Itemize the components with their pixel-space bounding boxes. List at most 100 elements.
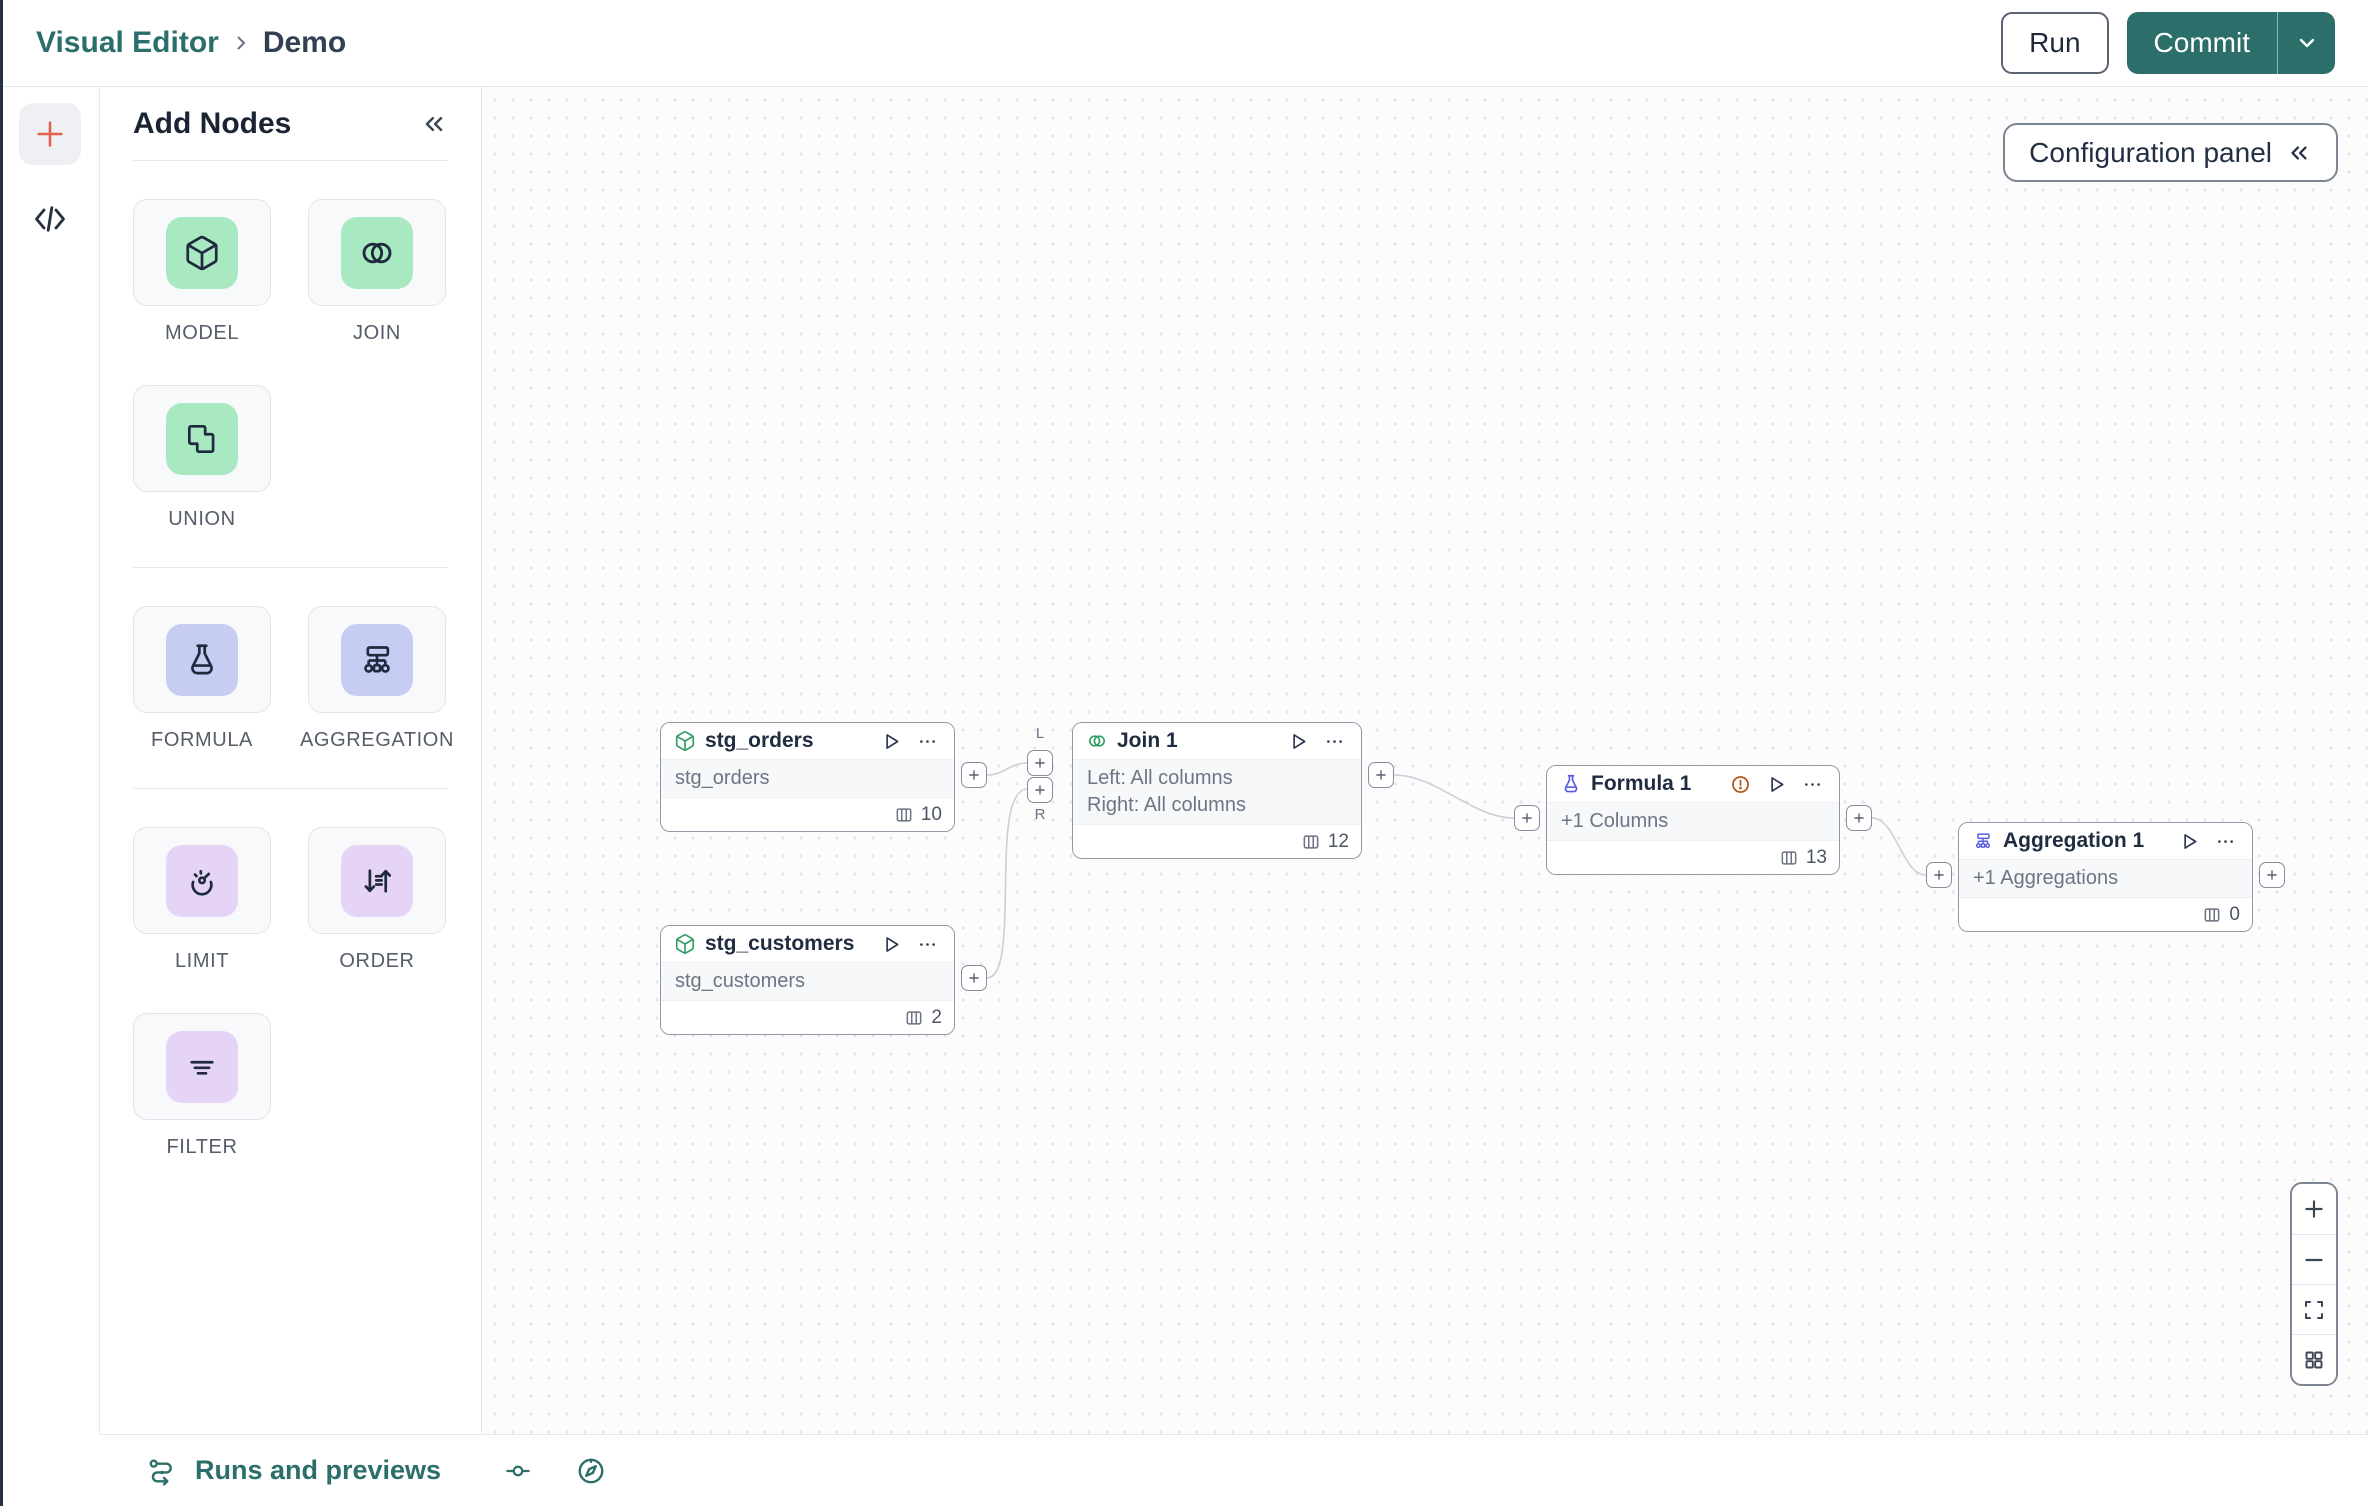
input-port-aggregation-1[interactable] — [1926, 862, 1952, 888]
git-commit-icon — [503, 1456, 533, 1486]
commit-node-button[interactable] — [503, 1456, 533, 1486]
plus-icon — [2301, 1196, 2327, 1222]
node-menu-icon[interactable] — [914, 934, 941, 955]
node-stg-customers[interactable]: stg_customers stg_customers 2 — [660, 925, 955, 1035]
node-join-1[interactable]: Join 1 Left: All columns Right: All colu… — [1072, 722, 1362, 859]
code-view-button[interactable] — [32, 201, 68, 237]
add-node-rail-button[interactable] — [18, 103, 81, 165]
node-menu-icon[interactable] — [914, 731, 941, 752]
play-node-icon[interactable] — [1763, 774, 1790, 795]
breadcrumb-visual-editor[interactable]: Visual Editor — [36, 26, 219, 60]
gauge-icon — [166, 844, 238, 917]
panel-divider — [133, 160, 448, 161]
aggregation-tile[interactable] — [308, 606, 446, 713]
node-subtitle: stg_customers — [675, 970, 806, 992]
column-count: 2 — [931, 1006, 942, 1028]
palette-group-divider — [133, 788, 448, 789]
union-tile[interactable] — [133, 385, 271, 492]
node-aggregation-1[interactable]: Aggregation 1 +1 Aggregations 0 — [1958, 822, 2253, 932]
node-menu-icon[interactable] — [1321, 731, 1348, 752]
tile-label: MODEL — [164, 322, 240, 344]
chevron-down-icon — [2295, 31, 2319, 55]
play-node-icon[interactable] — [878, 934, 905, 955]
fullscreen-icon — [2302, 1298, 2326, 1322]
runs-and-previews-bar[interactable]: Runs and previews — [100, 1434, 2368, 1506]
palette-item-join: JOIN — [308, 199, 446, 345]
aggregation-tree-icon — [1972, 830, 1994, 852]
node-title: stg_orders — [705, 729, 814, 752]
tile-label: AGGREGATION — [299, 729, 455, 751]
limit-tile[interactable] — [133, 827, 271, 934]
palette-item-union: UNION — [133, 385, 271, 531]
output-port-stg-customers[interactable] — [961, 965, 987, 991]
node-stg-orders[interactable]: stg_orders stg_orders 10 — [660, 722, 955, 832]
play-node-icon[interactable] — [878, 731, 905, 752]
join-left-input-label: L — [1035, 725, 1045, 742]
tile-label: FILTER — [166, 1136, 238, 1158]
join-circles-icon — [341, 216, 413, 289]
grid-icon — [2302, 1348, 2326, 1372]
flask-icon — [1560, 773, 1582, 795]
run-button[interactable]: Run — [2001, 12, 2109, 74]
union-shapes-icon — [166, 402, 238, 475]
node-formula-1[interactable]: Formula 1 +1 Columns 13 — [1546, 765, 1840, 875]
columns-icon — [904, 1008, 924, 1028]
filter-tile[interactable] — [133, 1013, 271, 1120]
columns-icon — [2202, 905, 2222, 925]
chevron-right-icon — [229, 31, 253, 55]
window-edge — [0, 0, 3, 1506]
commit-dropdown-button[interactable] — [2277, 12, 2335, 74]
node-title: Join 1 — [1117, 729, 1178, 752]
node-title: Formula 1 — [1591, 772, 1692, 795]
fit-view-button[interactable] — [2292, 1284, 2336, 1334]
filter-lines-icon — [166, 1030, 238, 1103]
pipeline-canvas[interactable]: Configuration panel stg_orders stg_order… — [482, 87, 2368, 1434]
commit-button-group: Commit — [2126, 12, 2335, 74]
node-menu-icon[interactable] — [2212, 831, 2239, 852]
output-port-stg-orders[interactable] — [961, 762, 987, 788]
code-icon — [32, 201, 68, 237]
collapse-panel-button[interactable] — [420, 110, 448, 138]
output-port-join-1[interactable] — [1368, 762, 1394, 788]
join-right-config: Right: All columns — [1087, 794, 1246, 816]
tile-label: ORDER — [339, 950, 415, 972]
top-header: Visual Editor Demo Run Commit — [0, 0, 2368, 87]
node-title: stg_customers — [705, 932, 855, 955]
output-port-aggregation-1[interactable] — [2259, 862, 2285, 888]
palette-item-limit: LIMIT — [133, 827, 271, 973]
breadcrumb-current-demo: Demo — [262, 26, 347, 59]
join-tile[interactable] — [308, 199, 446, 306]
zoom-out-button[interactable] — [2292, 1234, 2336, 1284]
model-tile[interactable] — [133, 199, 271, 306]
join-left-input-port[interactable] — [1027, 750, 1053, 776]
play-node-icon[interactable] — [2176, 831, 2203, 852]
tile-label: UNION — [168, 508, 236, 530]
input-port-formula-1[interactable] — [1514, 805, 1540, 831]
node-subtitle: +1 Aggregations — [1973, 867, 2119, 889]
configuration-panel-button[interactable]: Configuration panel — [2003, 123, 2338, 182]
sort-arrows-icon — [341, 844, 413, 917]
join-right-input-label: R — [1034, 806, 1046, 823]
output-port-formula-1[interactable] — [1846, 805, 1872, 831]
order-tile[interactable] — [308, 827, 446, 934]
layout-grid-button[interactable] — [2292, 1334, 2336, 1384]
cube-icon — [166, 216, 238, 289]
play-node-icon[interactable] — [1285, 731, 1312, 752]
zoom-in-button[interactable] — [2292, 1184, 2336, 1234]
join-left-config: Left: All columns — [1087, 767, 1233, 789]
join-circles-icon — [1086, 730, 1108, 752]
warning-icon[interactable] — [1727, 774, 1754, 795]
canvas-zoom-controls — [2290, 1182, 2338, 1386]
plus-icon — [33, 117, 67, 151]
explore-button[interactable] — [575, 1455, 607, 1487]
node-subtitle: stg_orders — [675, 767, 770, 789]
commit-button[interactable]: Commit — [2126, 12, 2277, 74]
join-right-input-port[interactable] — [1027, 777, 1053, 803]
formula-tile[interactable] — [133, 606, 271, 713]
node-menu-icon[interactable] — [1799, 774, 1826, 795]
columns-icon — [1301, 832, 1321, 852]
add-nodes-title: Add Nodes — [133, 106, 292, 140]
column-count: 10 — [920, 803, 942, 825]
chevrons-left-icon — [2286, 140, 2312, 166]
palette-item-model: MODEL — [133, 199, 271, 345]
